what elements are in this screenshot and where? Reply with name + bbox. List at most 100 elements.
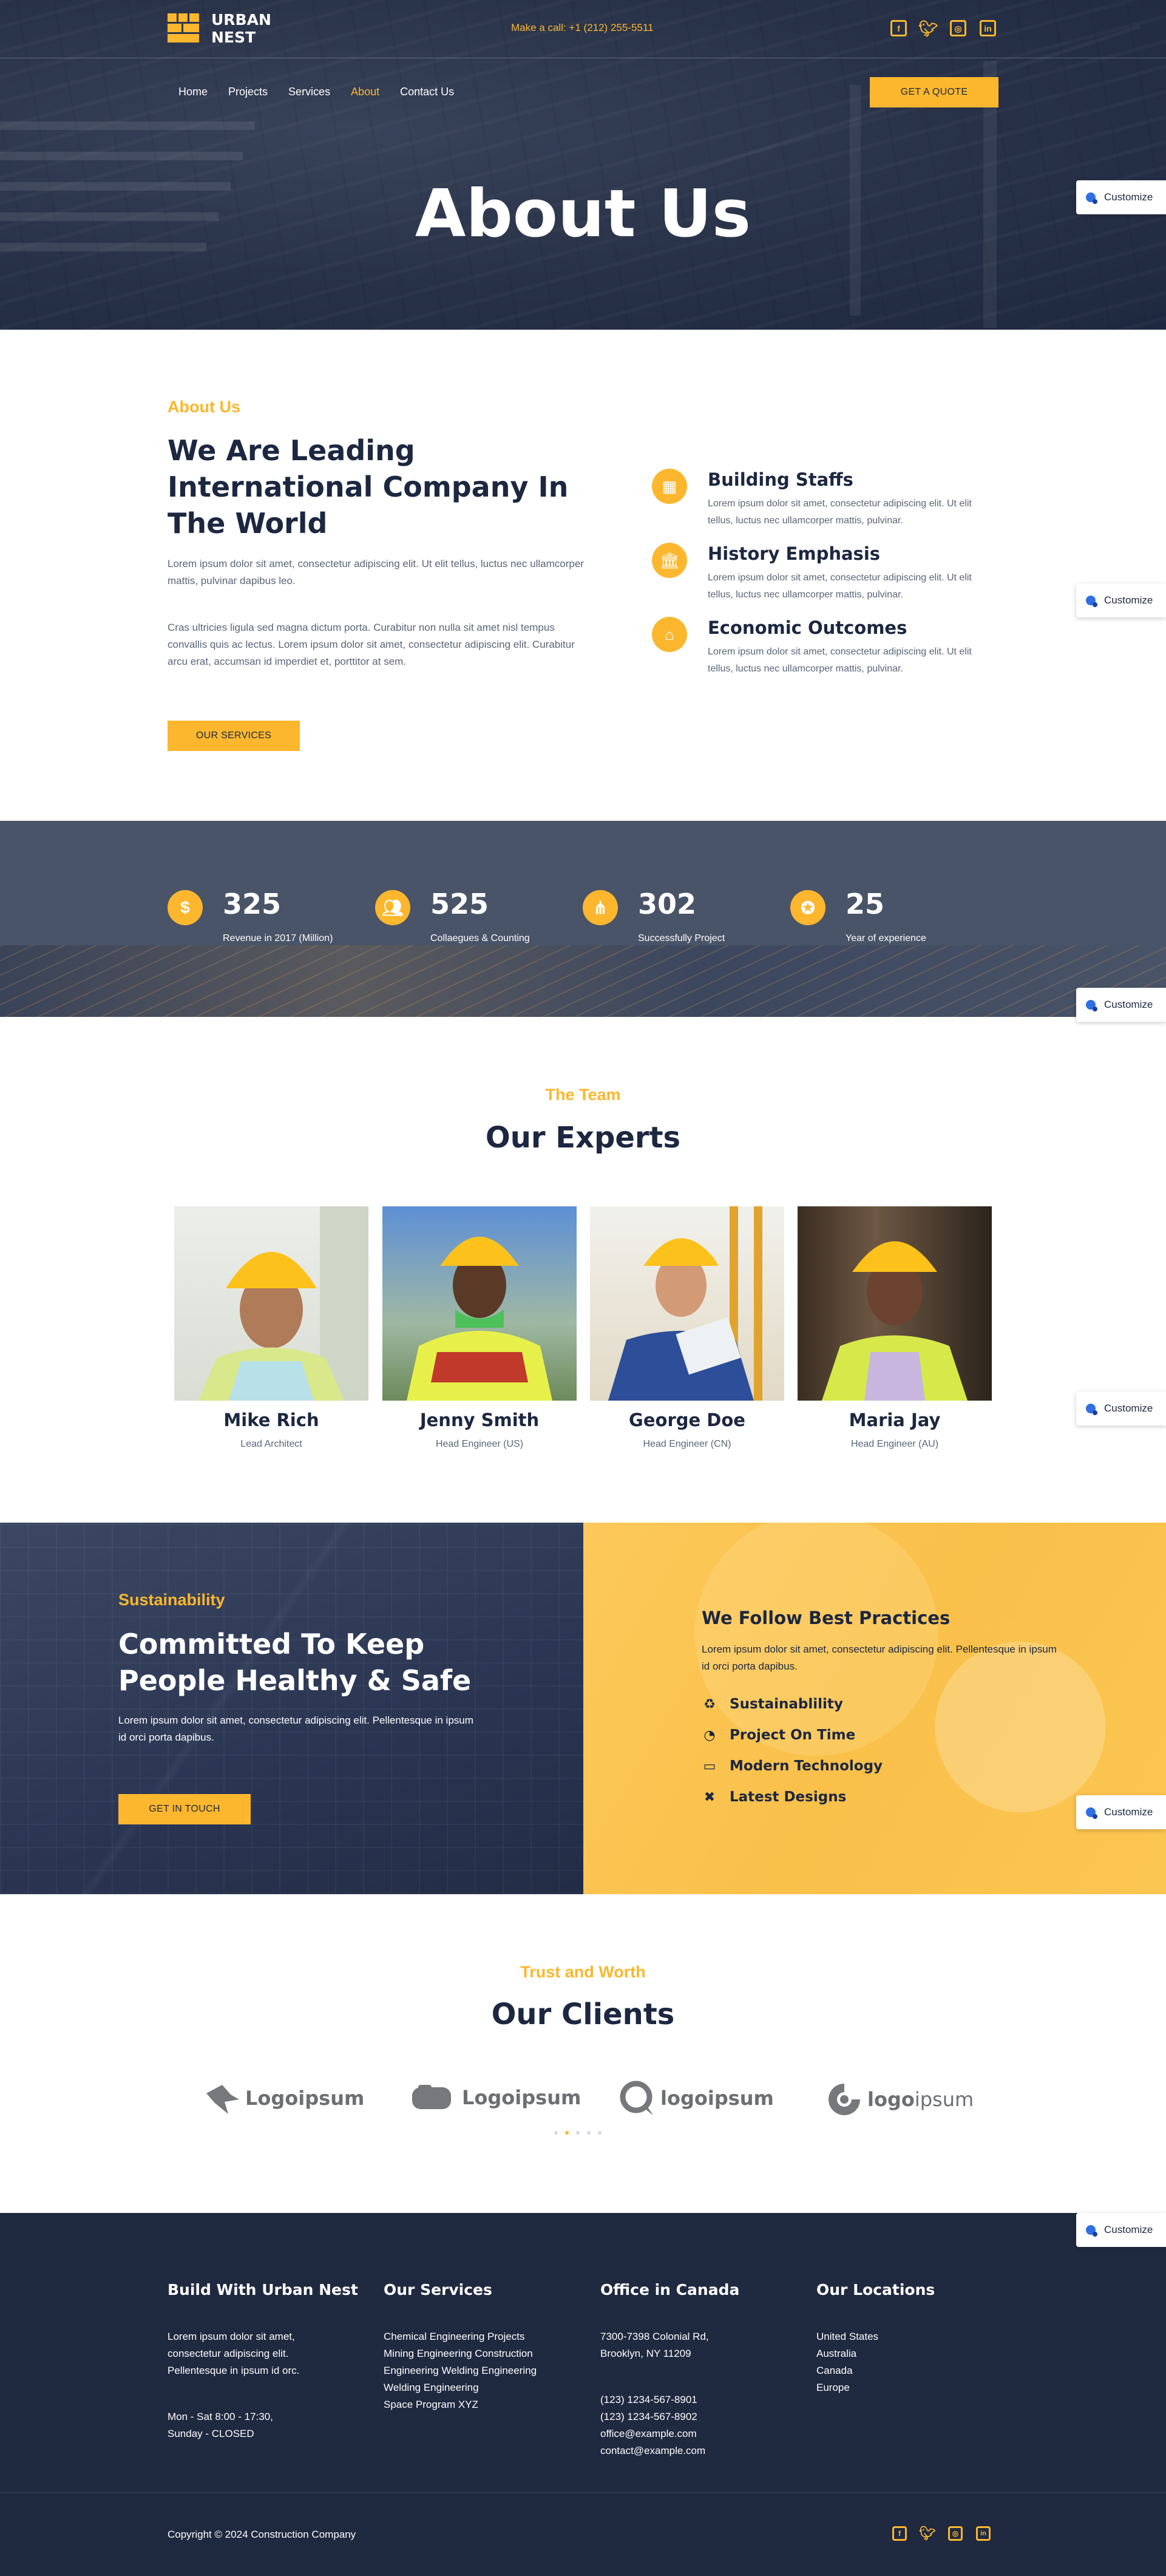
linkedin-icon[interactable]: in: [976, 2526, 991, 2541]
carousel-dot-active[interactable]: [565, 2131, 569, 2135]
practice-label: Modern Technology: [730, 1758, 883, 1774]
sustainability-panel: Sustainability Committed To Keep People …: [0, 1523, 583, 1894]
member-photo[interactable]: [590, 1206, 784, 1401]
desktop-icon: ▭: [703, 1758, 716, 1774]
practice-item: ◔ Project On Time: [702, 1727, 855, 1743]
client-logo-text: Logoipsum: [462, 2086, 581, 2109]
customize-label: Customize: [1104, 2224, 1153, 2235]
client-logo[interactable]: Logoipsum: [204, 2081, 364, 2115]
member-name: Mike Rich: [223, 1410, 319, 1430]
nav-contact[interactable]: Contact Us: [400, 86, 454, 98]
brand-name[interactable]: URBAN NEST: [211, 11, 271, 46]
instagram-icon[interactable]: ◎: [950, 20, 966, 36]
client-logo-text: logo: [867, 2088, 915, 2111]
nav-about[interactable]: About: [351, 86, 379, 98]
carousel-dot[interactable]: [598, 2131, 602, 2135]
carousel-dot[interactable]: [587, 2131, 591, 2135]
footer-service-link[interactable]: Welding Engineering: [384, 2379, 479, 2396]
client-logo[interactable]: logoipsum: [826, 2081, 974, 2118]
client-logo-icon: [412, 2085, 451, 2109]
footer-hours-1: Mon - Sat 8:00 - 17:30,: [168, 2411, 273, 2422]
footer-email-2[interactable]: contact@example.com: [600, 2442, 705, 2459]
house-user-icon: ⌂: [652, 617, 687, 652]
member-photo[interactable]: [382, 1206, 577, 1401]
nav-services[interactable]: Services: [288, 86, 330, 98]
about-title: We Are Leading International Company In …: [168, 434, 569, 540]
facebook-icon[interactable]: f: [890, 20, 907, 36]
hero-section: URBAN NEST Make a call: +1 (212) 255-551…: [0, 0, 1166, 330]
customize-button[interactable]: Customize: [1076, 988, 1166, 1022]
footer-service-link[interactable]: Chemical Engineering Projects: [384, 2328, 524, 2345]
footer-about-text: Lorem ipsum dolor sit amet, consectetur …: [168, 2331, 300, 2376]
footer-address-1: 7300-7398 Colonial Rd,: [600, 2331, 709, 2342]
client-logo-icon: [206, 2085, 239, 2114]
customize-button[interactable]: Customize: [1076, 583, 1166, 617]
linkedin-icon[interactable]: in: [980, 20, 996, 36]
footer-phone-1[interactable]: (123) 1234-567-8901: [600, 2391, 697, 2408]
instagram-icon[interactable]: ◎: [948, 2526, 963, 2541]
palette-icon: [1086, 596, 1097, 607]
network-icon: ⋔: [583, 890, 618, 925]
customize-label: Customize: [1104, 1806, 1153, 1818]
feature-text: Lorem ipsum dolor sit amet, consectetur …: [708, 573, 972, 600]
member-role: Head Engineer (CN): [643, 1439, 731, 1449]
landmark-icon: 🏛︎: [652, 543, 687, 578]
nav-projects[interactable]: Projects: [228, 86, 268, 98]
footer-location-link[interactable]: Canada: [816, 2362, 853, 2379]
our-services-button[interactable]: OUR SERVICES: [168, 721, 300, 751]
customize-label: Customize: [1104, 594, 1153, 606]
footer-service-link[interactable]: Mining Engineering Construction: [384, 2345, 533, 2362]
get-in-touch-button[interactable]: GET IN TOUCH: [118, 1794, 251, 1824]
customize-button[interactable]: Customize: [1076, 2213, 1166, 2247]
client-logo[interactable]: Logoipsum: [411, 2084, 581, 2112]
customize-button[interactable]: Customize: [1076, 180, 1166, 214]
footer-phone-2[interactable]: (123) 1234-567-8902: [600, 2408, 697, 2425]
sustain-title: Committed To Keep People Healthy & Safe: [118, 1628, 472, 1697]
award-icon: ✪: [790, 890, 825, 925]
stat-label: Successfully Project: [638, 933, 725, 943]
practice-item: ▭ Modern Technology: [702, 1758, 883, 1774]
carousel-dot[interactable]: [576, 2131, 580, 2135]
carousel-dot[interactable]: [554, 2131, 558, 2135]
footer-service-link[interactable]: Space Program XYZ: [384, 2396, 478, 2413]
palette-icon: [1086, 2225, 1097, 2237]
sustain-eyebrow: Sustainability: [118, 1591, 225, 1609]
customize-button[interactable]: Customize: [1076, 1392, 1166, 1426]
twitter-icon[interactable]: 🐦︎: [919, 2526, 936, 2541]
stat-number: 25: [846, 888, 885, 920]
brand-logo-icon[interactable]: [168, 12, 199, 44]
footer-location-link[interactable]: Australia: [816, 2345, 856, 2362]
footer-location-link[interactable]: United States: [816, 2328, 878, 2345]
page-title: About Us: [415, 176, 751, 252]
twitter-icon[interactable]: 🐦︎: [918, 20, 938, 36]
client-logo[interactable]: logoipsum: [618, 2080, 774, 2116]
footer-address-2: Brooklyn, NY 11209: [600, 2348, 691, 2359]
get-quote-button[interactable]: GET A QUOTE: [870, 77, 998, 107]
about-paragraph-2: Cras ultricies ligula sed magna dictum p…: [168, 622, 575, 667]
member-role: Head Engineer (US): [435, 1439, 524, 1449]
stats-section: $ 325 Revenue in 2017 (Million) 👥︎ 525 C…: [0, 821, 1166, 1017]
practice-item: ✖ Latest Designs: [702, 1789, 846, 1805]
building-icon: ▦: [652, 469, 687, 504]
practices-text: Lorem ipsum dolor sit amet, consectetur …: [702, 1643, 1057, 1672]
stat-number: 325: [223, 888, 282, 920]
member-photo[interactable]: [798, 1206, 992, 1401]
footer-location-link[interactable]: Europe: [816, 2379, 850, 2396]
dollar-icon: $: [168, 890, 203, 925]
client-logo-text: Logoipsum: [245, 2087, 365, 2110]
member-photo[interactable]: [174, 1206, 368, 1401]
header-social: f 🐦︎ ◎ in: [890, 20, 996, 36]
call-link[interactable]: Make a call: +1 (212) 255-5511: [511, 22, 654, 34]
facebook-icon[interactable]: f: [892, 2526, 907, 2541]
footer-email-1[interactable]: office@example.com: [600, 2425, 697, 2442]
stat-label: Collaegues & Counting: [430, 933, 530, 943]
palette-icon: [1086, 1807, 1097, 1819]
footer-col2-title: Our Services: [384, 2281, 492, 2299]
nav-home[interactable]: Home: [178, 86, 208, 98]
footer-col4-title: Our Locations: [816, 2281, 935, 2299]
footer-service-link[interactable]: Engineering Welding Engineering: [384, 2362, 537, 2379]
main-nav: Home Projects Services About Contact Us: [178, 86, 475, 98]
customize-button[interactable]: Customize: [1076, 1795, 1166, 1829]
customize-label: Customize: [1104, 1402, 1153, 1414]
recycle-icon: ♻︎: [703, 1696, 716, 1712]
